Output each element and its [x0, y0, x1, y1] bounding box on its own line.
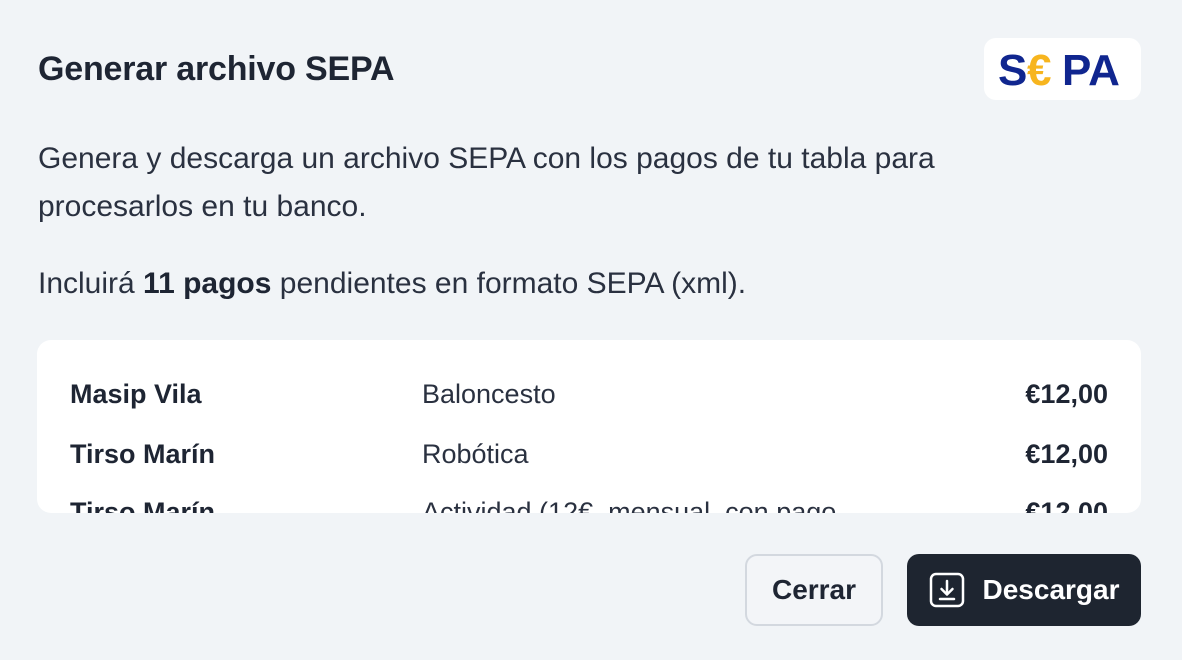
close-button-label: Cerrar [771, 574, 857, 605]
payment-activity: Actividad (12€, mensual, con pago [422, 497, 837, 513]
table-row: Masip Vila Baloncesto €12,00 [37, 374, 1141, 414]
download-button[interactable]: Descargar [907, 554, 1141, 626]
payment-amount: €12,00 [1025, 497, 1108, 513]
table-row: Tirso Marín Robótica €12,00 [37, 434, 1141, 474]
dialog-description: Genera y descarga un archivo SEPA con lo… [38, 142, 935, 223]
sepa-dialog: Generar archivo SEPA S € PA Genera y des… [0, 0, 1182, 660]
payment-amount: €12,00 [1025, 439, 1108, 469]
svg-text:€: € [1027, 46, 1051, 95]
summary-prefix: Incluirá [38, 267, 144, 300]
dialog-title: Generar archivo SEPA [38, 50, 395, 88]
payments-summary: Incluirá 11 pagos pendientes en formato … [38, 263, 746, 305]
sepa-logo: S € PA [984, 38, 1141, 100]
payments-table[interactable]: Masip Vila Baloncesto €12,00 Tirso Marín… [37, 340, 1141, 513]
payment-activity: Robótica [422, 439, 529, 469]
summary-count: 11 pagos [143, 267, 272, 300]
payer-name: Tirso Marín [70, 497, 216, 513]
svg-text:S: S [998, 46, 1027, 95]
payment-amount: €12,00 [1025, 379, 1108, 409]
summary-suffix: pendientes en formato SEPA (xml). [271, 267, 747, 300]
payer-name: Masip Vila [70, 379, 202, 409]
payer-name: Tirso Marín [70, 439, 216, 469]
svg-text:PA: PA [1062, 46, 1120, 95]
table-row: Tirso Marín Actividad (12€, mensual, con… [37, 492, 1141, 513]
download-button-label: Descargar [982, 574, 1120, 605]
payment-activity: Baloncesto [422, 379, 556, 409]
close-button[interactable]: Cerrar [745, 554, 883, 626]
download-icon [929, 572, 965, 608]
